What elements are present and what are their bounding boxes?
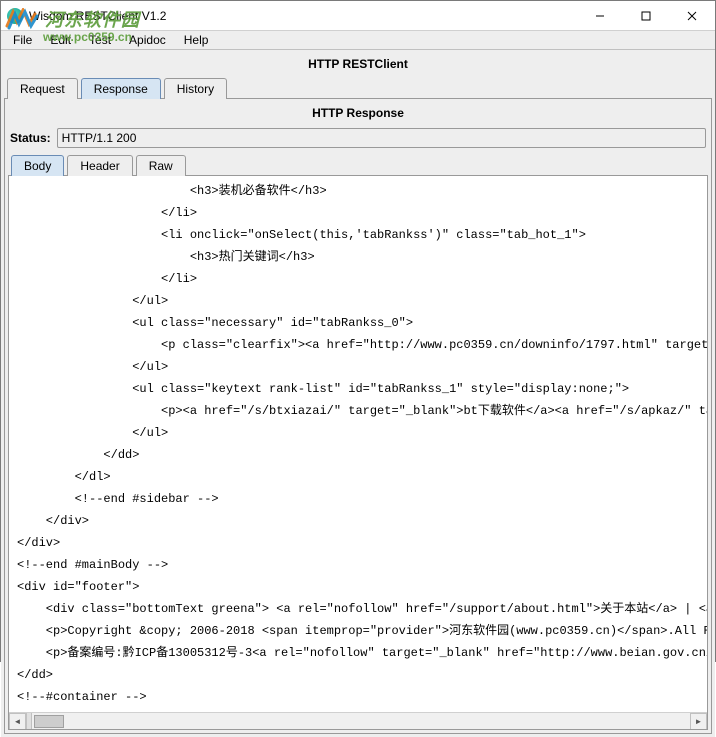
scroll-track[interactable] <box>32 713 690 730</box>
menu-help[interactable]: Help <box>176 31 217 49</box>
maximize-button[interactable] <box>623 1 669 31</box>
scroll-left-button[interactable]: ◄ <box>9 713 26 730</box>
app-icon <box>7 8 23 24</box>
tab-history[interactable]: History <box>164 78 227 99</box>
titlebar: Wisdom RESTClient V1.2 <box>1 1 715 31</box>
scroll-thumb[interactable] <box>34 715 64 728</box>
horizontal-scrollbar[interactable]: ◄ ► <box>9 712 707 729</box>
response-tabs: Body Header Raw <box>8 154 708 175</box>
response-panel: HTTP Response Status: HTTP/1.1 200 Body … <box>4 98 712 734</box>
menu-apidoc[interactable]: Apidoc <box>121 31 174 49</box>
main-area: HTTP RESTClient Request Response History… <box>1 50 715 737</box>
tab-raw[interactable]: Raw <box>136 155 186 176</box>
status-value: HTTP/1.1 200 <box>57 128 706 148</box>
tab-request[interactable]: Request <box>7 78 78 99</box>
menu-file[interactable]: File <box>5 31 40 49</box>
response-title: HTTP Response <box>8 102 708 124</box>
window-title: Wisdom RESTClient V1.2 <box>29 9 577 23</box>
tab-body[interactable]: Body <box>11 155 64 176</box>
body-panel: <h3>装机必备软件</h3> </li> <li onclick="onSel… <box>8 175 708 730</box>
scroll-right-button[interactable]: ► <box>690 713 707 730</box>
menubar: File Edit Test Apidoc Help <box>1 31 715 50</box>
status-label: Status: <box>10 131 51 145</box>
tab-response[interactable]: Response <box>81 78 161 99</box>
app-window: 河东软件园 www.pc0359.cn Wisdom RESTClient V1… <box>0 0 716 662</box>
body-scroll-area[interactable]: <h3>装机必备软件</h3> </li> <li onclick="onSel… <box>9 176 707 712</box>
menu-edit[interactable]: Edit <box>42 31 79 49</box>
main-title: HTTP RESTClient <box>4 53 712 77</box>
menu-test[interactable]: Test <box>81 31 119 49</box>
minimize-button[interactable] <box>577 1 623 31</box>
status-row: Status: HTTP/1.1 200 <box>8 124 708 154</box>
close-button[interactable] <box>669 1 715 31</box>
response-body-text[interactable]: <h3>装机必备软件</h3> </li> <li onclick="onSel… <box>9 176 707 712</box>
window-controls <box>577 1 715 31</box>
tab-header[interactable]: Header <box>67 155 132 176</box>
main-tabs: Request Response History <box>4 77 712 98</box>
